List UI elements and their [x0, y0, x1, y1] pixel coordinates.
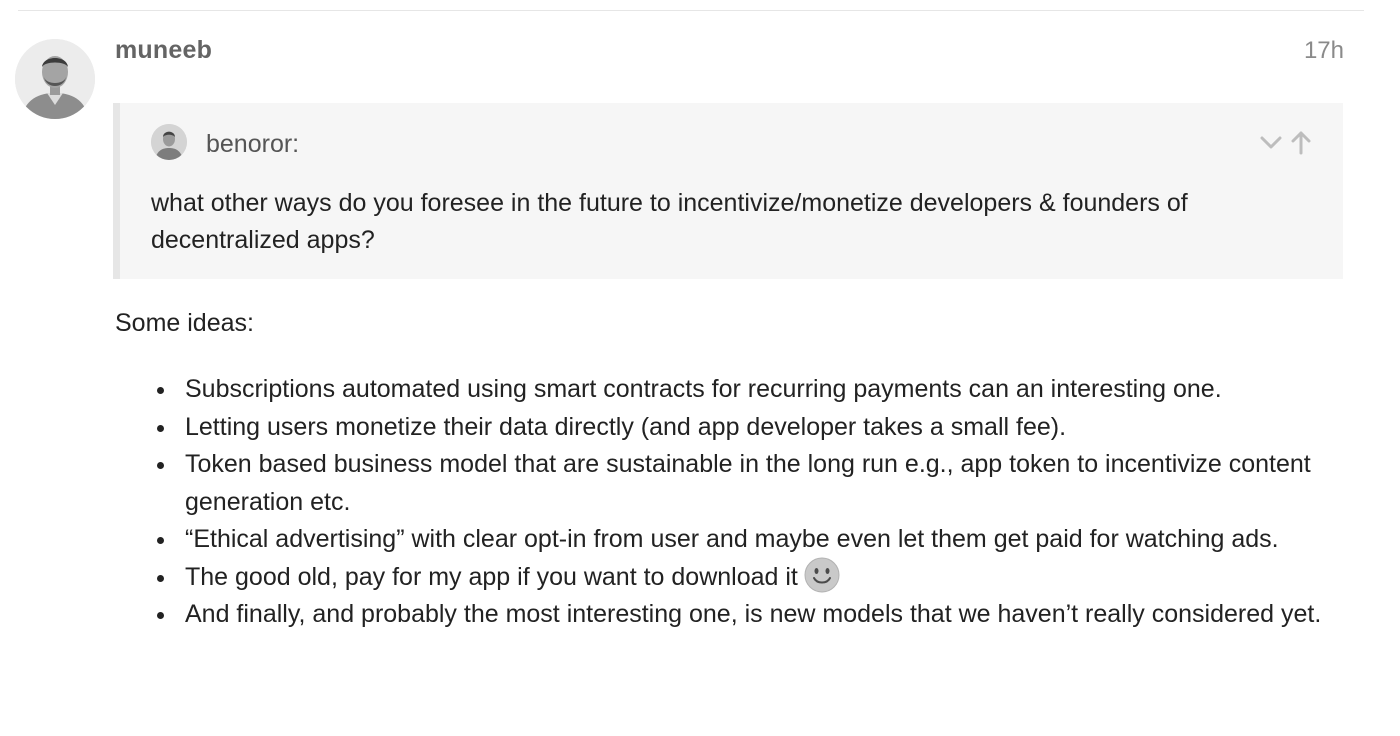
arrow-up-icon[interactable] — [1289, 129, 1313, 155]
quote-block: benoror: what other ways do you foresee … — [113, 103, 1343, 279]
avatar[interactable] — [15, 39, 95, 119]
slightly-smiling-face-icon — [804, 557, 840, 593]
ideas-list: Subscriptions automated using smart cont… — [115, 371, 1355, 634]
list-item: Letting users monetize their data direct… — [157, 409, 1355, 447]
list-item-text: Subscriptions automated using smart cont… — [185, 375, 1222, 403]
post-date[interactable]: 17h — [1304, 37, 1344, 65]
post-divider — [18, 10, 1364, 11]
list-item-text: Letting users monetize their data direct… — [185, 412, 1067, 441]
list-item: “Ethical advertising” with clear opt-in … — [157, 521, 1355, 559]
quote-text: what other ways do you foresee in the fu… — [151, 189, 1188, 254]
list-item: The good old, pay for my app if you want… — [157, 557, 1355, 597]
list-item: Subscriptions automated using smart cont… — [157, 371, 1355, 409]
chevron-down-icon[interactable] — [1259, 129, 1283, 155]
list-item-text: And finally, and probably the most inter… — [185, 600, 1322, 628]
quote-avatar[interactable] — [151, 124, 187, 160]
quote-controls — [1259, 129, 1313, 155]
list-item-text: Token based business model that are sust… — [185, 450, 1311, 516]
forum-post: muneeb 17h benoror: what other ways do y… — [0, 0, 1400, 736]
post-username[interactable]: muneeb — [115, 36, 212, 65]
list-item: And finally, and probably the most inter… — [157, 596, 1355, 634]
list-item-text: The good old, pay for my app if you want… — [185, 562, 798, 591]
list-item-text: “Ethical advertising” with clear opt-in … — [185, 525, 1279, 553]
list-item: Token based business model that are sust… — [157, 446, 1355, 521]
quote-username: benoror: — [206, 130, 300, 158]
post-lead-text: Some ideas: — [115, 309, 254, 337]
